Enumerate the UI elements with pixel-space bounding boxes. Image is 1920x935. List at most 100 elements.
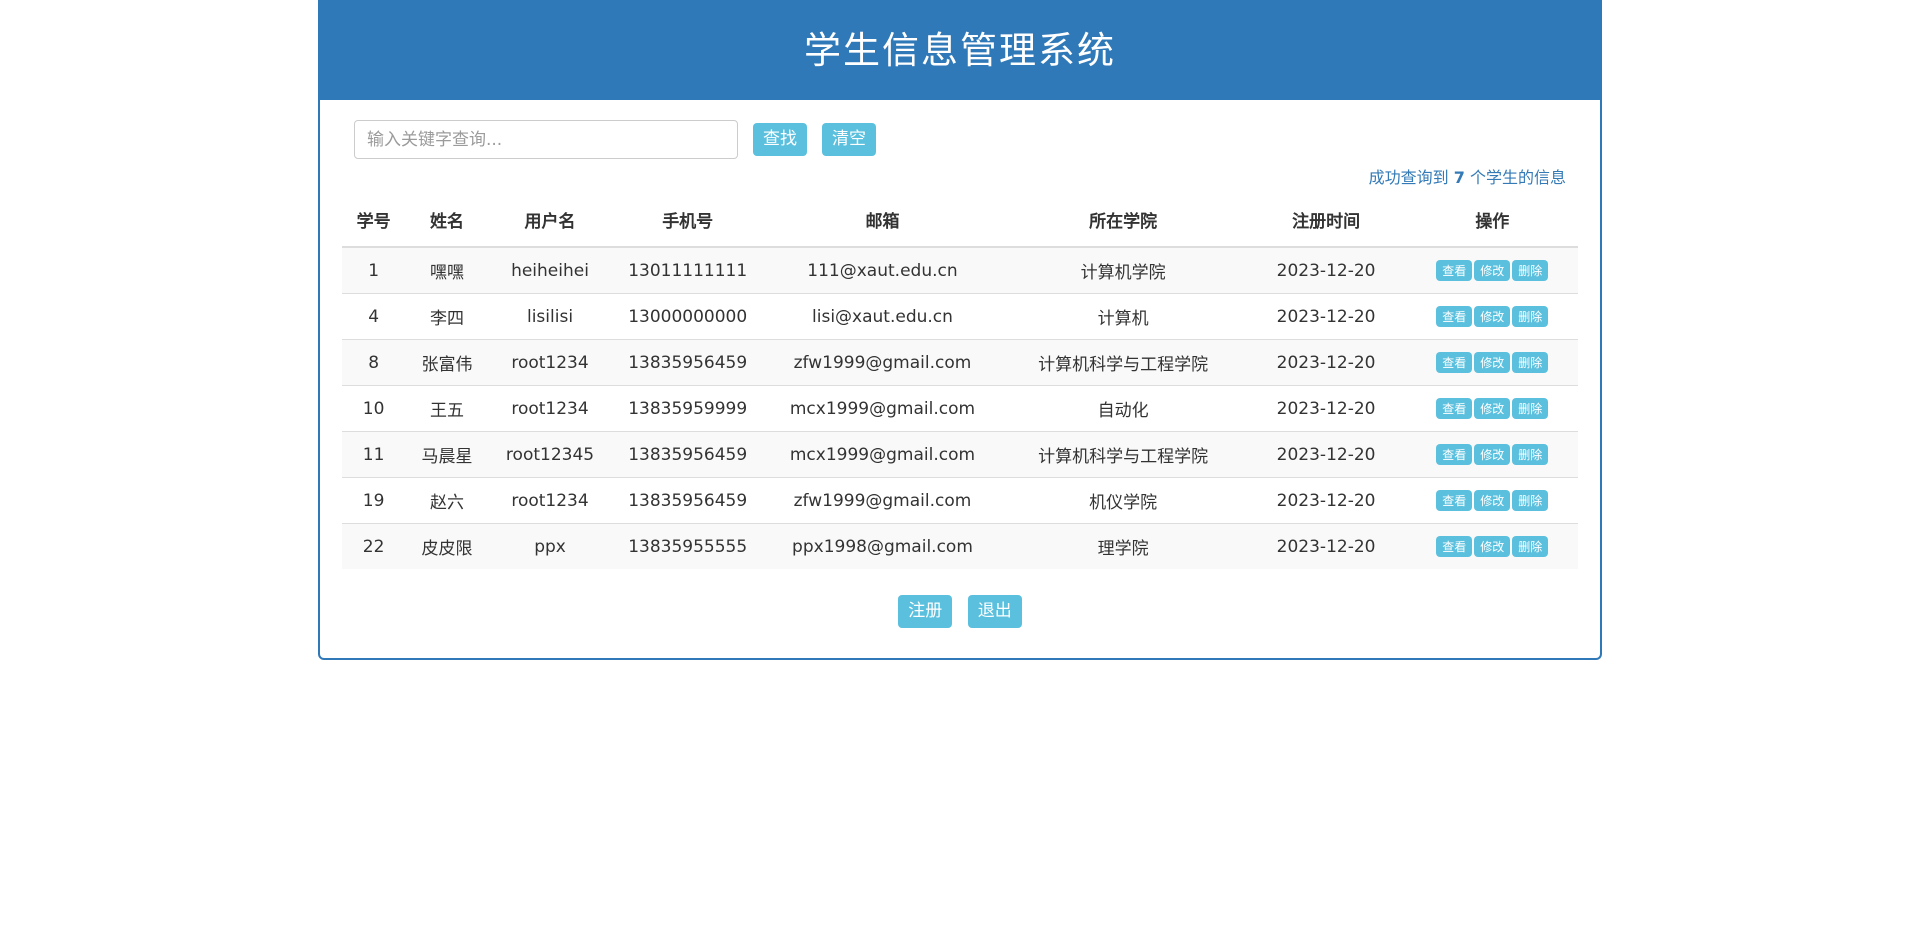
- row-edit-button[interactable]: 修改: [1474, 306, 1511, 328]
- row-delete-button[interactable]: 删除: [1512, 260, 1549, 282]
- table-header-row: 学号 姓名 用户名 手机号 邮箱 所在学院 注册时间 操作: [342, 197, 1578, 249]
- cell-student-id: 11: [342, 431, 406, 478]
- cell-student-id: 1: [342, 246, 406, 294]
- row-view-button[interactable]: 查看: [1436, 306, 1473, 328]
- table-row: 11 马晨星 root12345 13835956459 mcx1999@gmail.c…: [342, 431, 1578, 478]
- logout-button[interactable]: 退出: [967, 595, 1022, 629]
- cell-operations: 查看 修改 删除: [1406, 385, 1578, 432]
- row-delete-button[interactable]: 删除: [1512, 352, 1549, 374]
- cell-student-username: root1234: [488, 477, 612, 524]
- cell-student-college: 计算机科学与工程学院: [1000, 431, 1246, 478]
- table-row: 22 皮皮限 ppx 13835955555 ppx1998@gmail.com 理学院 2…: [342, 523, 1578, 570]
- row-edit-button[interactable]: 修改: [1474, 398, 1511, 420]
- cell-student-phone: 13835956459: [611, 431, 765, 478]
- app-header: 学生信息管理系统: [320, 0, 1600, 100]
- row-edit-button[interactable]: 修改: [1474, 536, 1511, 558]
- table-row: 4 李四 lisilisi 13000000000 lisi@xaut.edu.cn 计算…: [342, 293, 1578, 340]
- cell-student-register-time: 2023-12-20: [1245, 477, 1407, 524]
- clear-button[interactable]: 清空: [822, 123, 876, 156]
- row-view-button[interactable]: 查看: [1436, 490, 1473, 512]
- search-toolbar: 查找 清空: [320, 100, 1600, 159]
- cell-student-register-time: 2023-12-20: [1245, 246, 1407, 294]
- row-view-button[interactable]: 查看: [1436, 398, 1473, 420]
- table-row: 8 张富伟 root1234 13835956459 zfw1999@gmail.com…: [342, 339, 1578, 386]
- cell-student-phone: 13835956459: [611, 477, 765, 524]
- row-edit-button[interactable]: 修改: [1474, 490, 1511, 512]
- cell-student-name: 李四: [405, 293, 489, 340]
- cell-student-email: mcx1999@gmail.com: [764, 431, 1001, 478]
- register-button[interactable]: 注册: [898, 595, 953, 629]
- cell-operations: 查看 修改 删除: [1406, 293, 1578, 340]
- result-message-suffix: 个学生的信息: [1464, 168, 1566, 187]
- page-title: 学生信息管理系统: [804, 28, 1116, 72]
- column-header-ops: 操作: [1406, 197, 1578, 249]
- cell-student-college: 计算机科学与工程学院: [1000, 339, 1246, 386]
- cell-student-college: 计算机学院: [1000, 246, 1246, 294]
- cell-student-phone: 13011111111: [611, 246, 765, 294]
- cell-student-phone: 13000000000: [611, 293, 765, 340]
- table-row: 1 嘿嘿 heiheihei 13011111111 111@xaut.edu.cn 计算…: [342, 246, 1578, 294]
- row-edit-button[interactable]: 修改: [1474, 260, 1511, 282]
- row-view-button[interactable]: 查看: [1436, 260, 1473, 282]
- cell-student-college: 机仪学院: [1000, 477, 1246, 524]
- column-header-time: 注册时间: [1245, 197, 1407, 249]
- cell-student-register-time: 2023-12-20: [1245, 431, 1407, 478]
- cell-student-id: 22: [342, 523, 406, 570]
- row-delete-button[interactable]: 删除: [1512, 536, 1549, 558]
- result-message: 成功查询到 7 个学生的信息: [320, 159, 1600, 189]
- students-table: 学号 姓名 用户名 手机号 邮箱 所在学院 注册时间 操作 1 嘿嘿 heiheih…: [342, 197, 1578, 570]
- column-header-username: 用户名: [488, 197, 612, 249]
- row-edit-button[interactable]: 修改: [1474, 352, 1511, 374]
- cell-student-username: ppx: [488, 523, 612, 570]
- cell-student-college: 计算机: [1000, 293, 1246, 340]
- search-input[interactable]: [354, 120, 738, 159]
- column-header-name: 姓名: [405, 197, 489, 249]
- cell-student-id: 19: [342, 477, 406, 524]
- row-delete-button[interactable]: 删除: [1512, 490, 1549, 512]
- row-view-button[interactable]: 查看: [1436, 444, 1473, 466]
- cell-student-name: 王五: [405, 385, 489, 432]
- cell-student-id: 10: [342, 385, 406, 432]
- cell-student-phone: 13835956459: [611, 339, 765, 386]
- row-edit-button[interactable]: 修改: [1474, 444, 1511, 466]
- column-header-college: 所在学院: [1000, 197, 1246, 249]
- cell-student-email: zfw1999@gmail.com: [764, 339, 1001, 386]
- cell-operations: 查看 修改 删除: [1406, 339, 1578, 386]
- table-row: 19 赵六 root1234 13835956459 zfw1999@gmail.com…: [342, 477, 1578, 524]
- cell-student-phone: 13835959999: [611, 385, 765, 432]
- cell-student-register-time: 2023-12-20: [1245, 523, 1407, 570]
- cell-student-register-time: 2023-12-20: [1245, 293, 1407, 340]
- students-table-wrapper: 学号 姓名 用户名 手机号 邮箱 所在学院 注册时间 操作 1 嘿嘿 heiheih…: [320, 189, 1600, 570]
- app-container: 学生信息管理系统 查找 清空 成功查询到 7 个学生的信息 学号 姓名 用户名: [318, 0, 1602, 661]
- cell-operations: 查看 修改 删除: [1406, 523, 1578, 570]
- cell-student-id: 4: [342, 293, 406, 340]
- cell-student-username: heiheihei: [488, 246, 612, 294]
- cell-student-name: 嘿嘿: [405, 246, 489, 294]
- cell-student-name: 赵六: [405, 477, 489, 524]
- result-message-prefix: 成功查询到: [1368, 168, 1454, 187]
- main-panel: 学生信息管理系统 查找 清空 成功查询到 7 个学生的信息 学号 姓名 用户名: [318, 0, 1602, 661]
- cell-operations: 查看 修改 删除: [1406, 477, 1578, 524]
- cell-student-username: root1234: [488, 385, 612, 432]
- column-header-phone: 手机号: [611, 197, 765, 249]
- cell-student-username: root12345: [488, 431, 612, 478]
- row-delete-button[interactable]: 删除: [1512, 306, 1549, 328]
- row-delete-button[interactable]: 删除: [1512, 444, 1549, 466]
- cell-student-name: 马晨星: [405, 431, 489, 478]
- cell-student-college: 理学院: [1000, 523, 1246, 570]
- cell-student-email: zfw1999@gmail.com: [764, 477, 1001, 524]
- row-view-button[interactable]: 查看: [1436, 352, 1473, 374]
- cell-student-name: 张富伟: [405, 339, 489, 386]
- cell-student-college: 自动化: [1000, 385, 1246, 432]
- column-header-email: 邮箱: [764, 197, 1001, 249]
- cell-student-email: lisi@xaut.edu.cn: [764, 293, 1001, 340]
- footer-actions: 注册 退出: [320, 569, 1600, 658]
- cell-student-email: ppx1998@gmail.com: [764, 523, 1001, 570]
- row-view-button[interactable]: 查看: [1436, 536, 1473, 558]
- cell-student-name: 皮皮限: [405, 523, 489, 570]
- table-body: 1 嘿嘿 heiheihei 13011111111 111@xaut.edu.cn 计算…: [342, 246, 1578, 570]
- cell-student-email: mcx1999@gmail.com: [764, 385, 1001, 432]
- row-delete-button[interactable]: 删除: [1512, 398, 1549, 420]
- search-button[interactable]: 查找: [753, 123, 807, 156]
- cell-student-id: 8: [342, 339, 406, 386]
